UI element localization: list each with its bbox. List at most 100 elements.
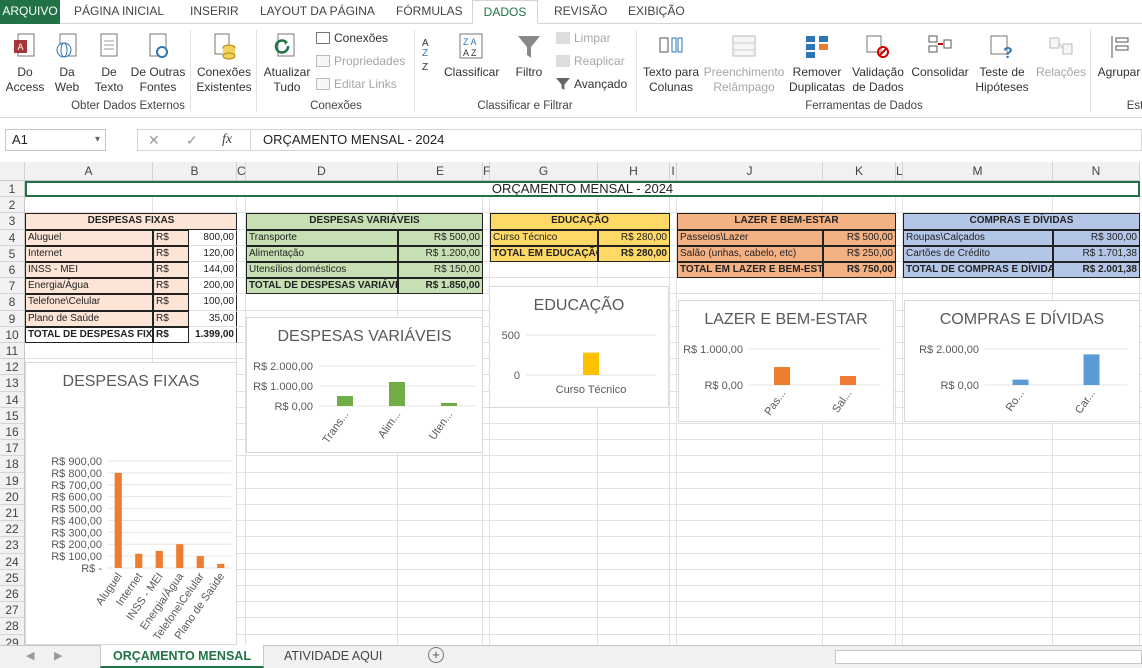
row-header-12[interactable]: 12	[0, 359, 25, 376]
row-header-8[interactable]: 8	[0, 294, 25, 311]
debts-label[interactable]: Cartões de Crédito	[903, 245, 1053, 262]
column-header-e[interactable]: E	[398, 162, 483, 181]
tab-arquivo[interactable]: ARQUIVO	[0, 0, 60, 24]
bar[interactable]	[774, 367, 790, 385]
fixed-expense-value[interactable]: 200,00	[153, 278, 237, 295]
tab-revisao[interactable]: REVISÃO	[546, 0, 615, 24]
fixed-expenses-header[interactable]: DESPESAS FIXAS	[25, 213, 237, 230]
name-box[interactable]: A1	[5, 129, 106, 151]
variable-expense-value[interactable]: R$ 500,00	[398, 229, 483, 246]
row-header-1[interactable]: 1	[0, 181, 25, 198]
variable-expense-label[interactable]: Utensílios domésticos	[246, 262, 398, 279]
column-header-d[interactable]: D	[246, 162, 398, 181]
education-chart[interactable]: EDUCAÇÃO 0 500 Curso Técnico	[489, 286, 669, 408]
bar[interactable]	[114, 472, 122, 568]
education-value[interactable]: R$ 280,00	[598, 229, 670, 246]
add-sheet-button[interactable]: +	[428, 647, 444, 663]
tab-formulas[interactable]: FÓRMULAS	[388, 0, 471, 24]
fixed-expense-value[interactable]: 120,00	[153, 245, 237, 262]
relationships-button[interactable]: Relações	[1036, 32, 1086, 80]
fixed-total-value[interactable]: 1.399,00	[153, 326, 237, 343]
row-header-16[interactable]: 16	[0, 424, 25, 441]
column-header-h[interactable]: H	[598, 162, 670, 181]
variable-expense-total-label[interactable]: TOTAL DE DESPESAS VARIÁVEIS	[246, 278, 398, 295]
debts-total-label[interactable]: TOTAL DE COMPRAS E DÍVIDAS	[903, 262, 1053, 279]
leisure-total-label[interactable]: TOTAL EM LAZER E BEM-ESTAR	[677, 262, 823, 279]
row-header-15[interactable]: 15	[0, 407, 25, 424]
title-cell[interactable]: ORÇAMENTO MENSAL - 2024	[25, 181, 1140, 198]
bar[interactable]	[1012, 379, 1029, 385]
select-all-corner[interactable]	[0, 162, 25, 181]
debts-label[interactable]: Roupas\Calçados	[903, 229, 1053, 246]
row-header-6[interactable]: 6	[0, 262, 25, 279]
row-header-23[interactable]: 23	[0, 537, 25, 554]
bar[interactable]	[217, 563, 225, 568]
tab-exibicao[interactable]: EXIBIÇÃO	[620, 0, 693, 24]
bar[interactable]	[337, 396, 353, 406]
row-header-20[interactable]: 20	[0, 488, 25, 505]
row-header-24[interactable]: 24	[0, 553, 25, 570]
reapply-button[interactable]: Reaplicar	[556, 51, 625, 71]
sort-az-button[interactable]: AZZ	[420, 32, 442, 76]
fixed-expense-label[interactable]: Aluguel	[25, 229, 153, 246]
fixed-expense-label[interactable]: Energia/Água	[25, 278, 153, 295]
from-other-sources-button[interactable]: De Outras Fontes	[130, 32, 186, 95]
bar[interactable]	[441, 403, 457, 406]
row-header-26[interactable]: 26	[0, 586, 25, 603]
column-header-m[interactable]: M	[903, 162, 1053, 181]
debts-chart[interactable]: COMPRAS E DÍVIDAS R$ 0,00 R$ 2.000,00 Ro...…	[904, 300, 1140, 422]
leisure-label[interactable]: Passeios\Lazer	[677, 229, 823, 246]
row-header-9[interactable]: 9	[0, 310, 25, 327]
row-header-11[interactable]: 11	[0, 343, 25, 360]
filter-button[interactable]: Filtro	[510, 32, 548, 80]
column-header-g[interactable]: G	[490, 162, 598, 181]
row-header-19[interactable]: 19	[0, 472, 25, 489]
fixed-expense-label[interactable]: Telefone\Celular	[25, 294, 153, 311]
variable-expense-label[interactable]: Transporte	[246, 229, 398, 246]
column-header-n[interactable]: N	[1053, 162, 1140, 181]
column-header-i[interactable]: I	[670, 162, 677, 181]
variable-expense-value[interactable]: R$ 1.200,00	[398, 245, 483, 262]
fixed-expenses-chart[interactable]: DESPESAS FIXAS R$ - R$ 100,00 R$ 200,00 R$ 3…	[25, 362, 237, 645]
fixed-expense-value[interactable]: 100,00	[153, 294, 237, 311]
leisure-label[interactable]: Salão (unhas, cabelo, etc)	[677, 245, 823, 262]
flash-fill-button[interactable]: Preenchimento Relâmpago	[702, 32, 786, 95]
column-header-k[interactable]: K	[823, 162, 896, 181]
leisure-total-value[interactable]: R$ 750,00	[823, 262, 896, 279]
from-text-button[interactable]: De Texto	[88, 32, 130, 95]
text-to-columns-button[interactable]: Texto para Colunas	[640, 32, 702, 95]
fixed-expense-value[interactable]: 35,00	[153, 310, 237, 327]
row-header-27[interactable]: 27	[0, 602, 25, 619]
row-header-2[interactable]: 2	[0, 197, 25, 214]
column-header-f[interactable]: F	[483, 162, 490, 181]
advanced-filter-button[interactable]: Avançado	[556, 74, 627, 94]
column-header-l[interactable]: L	[896, 162, 903, 181]
refresh-all-button[interactable]: Atualizar Tudo	[260, 32, 314, 95]
scroll-left-icon[interactable]: ◀	[26, 649, 34, 662]
bar[interactable]	[389, 382, 405, 406]
connections-button[interactable]: Conexões	[316, 28, 388, 48]
worksheet-grid[interactable]: A B C D E F G H I J K L M N 1 2 3 4 5 6 7 8 9 10 11 12 13 14 15 16 17 1…	[0, 162, 1142, 645]
education-label[interactable]: Curso Técnico	[490, 229, 598, 246]
fixed-expense-value[interactable]: 144,00	[153, 262, 237, 279]
debts-value[interactable]: R$ 300,00	[1053, 229, 1140, 246]
sheet-tab-atividade[interactable]: ATIVIDADE AQUI	[272, 645, 394, 668]
clear-filter-button[interactable]: Limpar	[556, 28, 611, 48]
bar[interactable]	[176, 544, 184, 568]
bar[interactable]	[840, 376, 856, 385]
properties-button[interactable]: Propriedades	[316, 51, 405, 71]
education-total-label[interactable]: TOTAL EM EDUCAÇÃO	[490, 245, 598, 262]
row-header-14[interactable]: 14	[0, 391, 25, 408]
debts-header[interactable]: COMPRAS E DÍVIDAS	[903, 213, 1140, 230]
row-header-25[interactable]: 25	[0, 569, 25, 586]
fixed-expense-label[interactable]: Plano de Saúde	[25, 310, 153, 327]
bar[interactable]	[583, 352, 599, 375]
bar[interactable]	[135, 553, 143, 568]
bar[interactable]	[155, 550, 163, 568]
bar[interactable]	[1083, 354, 1100, 385]
row-header-17[interactable]: 17	[0, 440, 25, 457]
education-header[interactable]: EDUCAÇÃO	[490, 213, 670, 230]
leisure-chart[interactable]: LAZER E BEM-ESTAR R$ 0,00 R$ 1.000,00 Pas..…	[678, 300, 894, 422]
variable-expense-value[interactable]: R$ 150,00	[398, 262, 483, 279]
existing-connections-button[interactable]: Conexões Existentes	[196, 32, 252, 95]
